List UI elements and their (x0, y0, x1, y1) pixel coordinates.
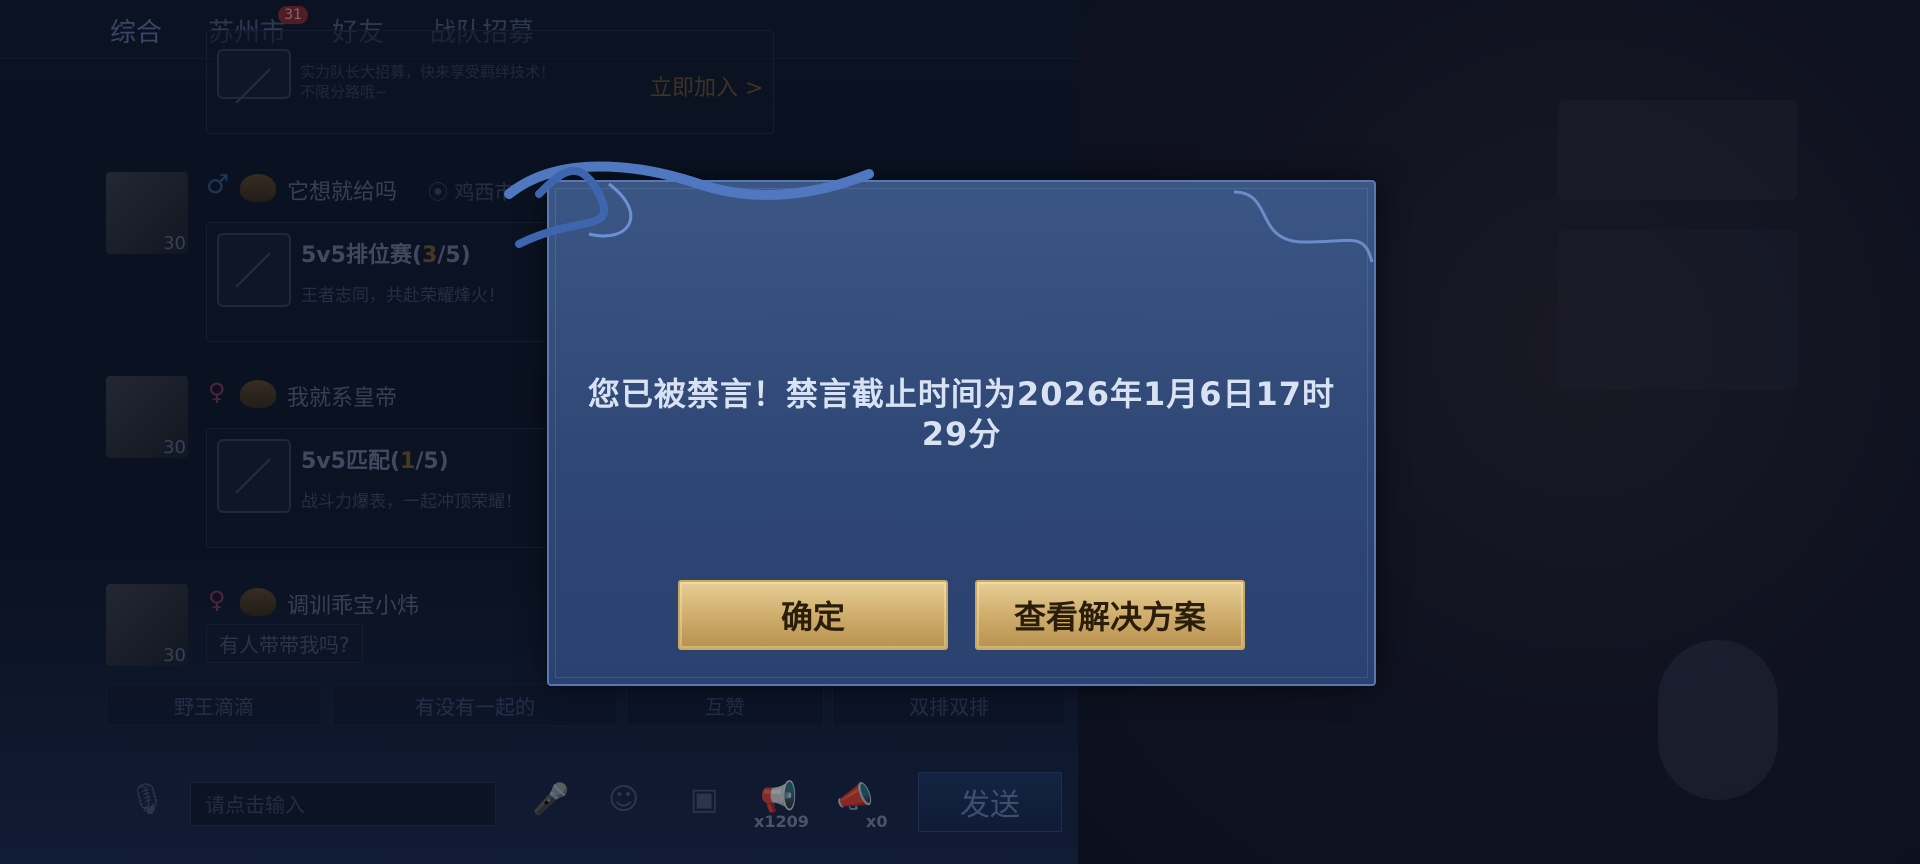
view-solution-button[interactable]: 查看解决方案 (975, 580, 1245, 650)
cloud-ornament-icon (504, 161, 874, 248)
corner-ornament-icon (1234, 190, 1374, 263)
mute-message: 您已被禁言！禁言截止时间为2026年1月6日17时29分 (587, 375, 1336, 453)
mute-notice-dialog: 您已被禁言！禁言截止时间为2026年1月6日17时29分 确定 查看解决方案 (504, 161, 1376, 686)
confirm-button[interactable]: 确定 (678, 580, 948, 650)
